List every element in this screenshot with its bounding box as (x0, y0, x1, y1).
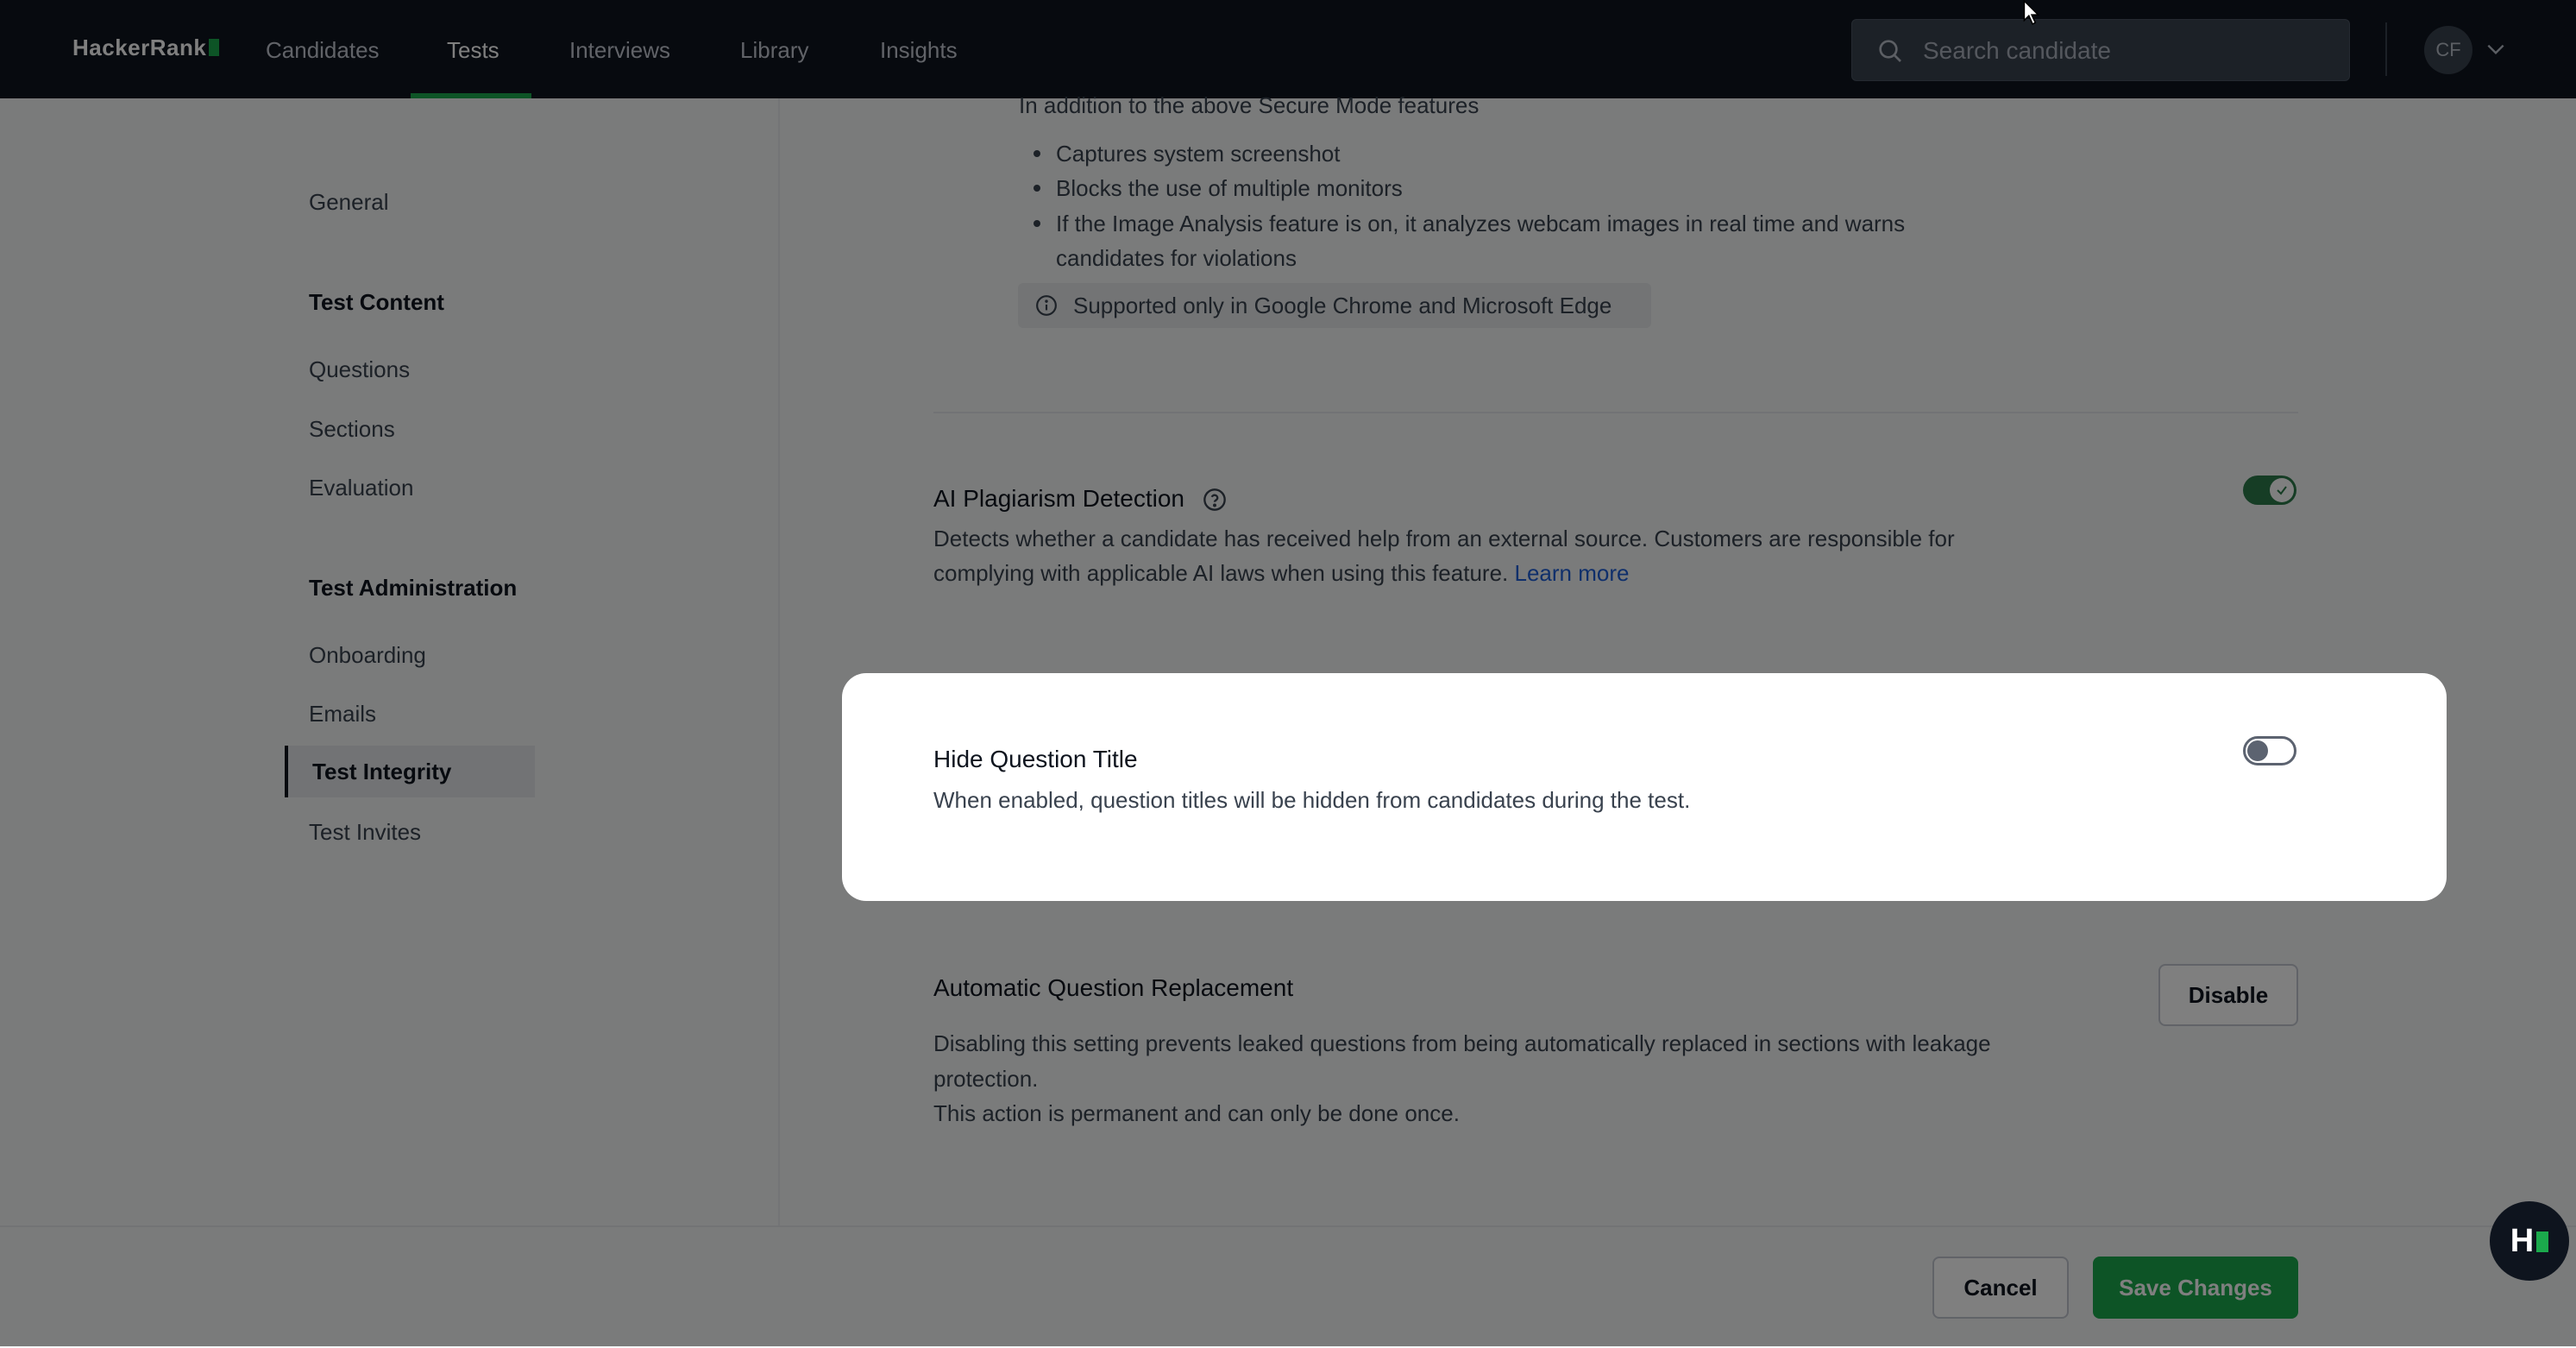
hide-question-title-label: Hide Question Title (933, 746, 1138, 772)
mouse-cursor-icon (2023, 0, 2040, 25)
hide-question-title-spotlight: Hide Question Title When enabled, questi… (842, 673, 2447, 901)
help-chat-widget[interactable]: H (2490, 1201, 2569, 1281)
brand-mark-icon (2536, 1231, 2549, 1252)
toggle-knob (2247, 740, 2268, 761)
hide-question-title-description: When enabled, question titles will be hi… (933, 787, 1691, 813)
hide-question-title-toggle[interactable] (2243, 736, 2296, 765)
